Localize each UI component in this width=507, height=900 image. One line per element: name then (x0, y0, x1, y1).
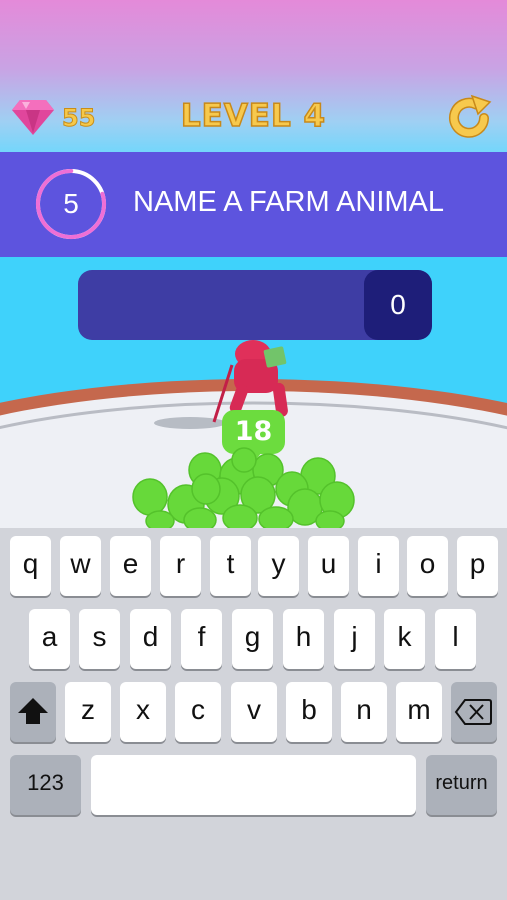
key-n[interactable]: n (341, 682, 387, 742)
key-m[interactable]: m (396, 682, 442, 742)
key-l[interactable]: l (435, 609, 476, 669)
space-key[interactable] (91, 755, 416, 815)
backspace-icon (454, 699, 492, 725)
key-b[interactable]: b (286, 682, 332, 742)
key-a[interactable]: a (29, 609, 70, 669)
key-o[interactable]: o (407, 536, 448, 596)
key-c[interactable]: c (175, 682, 221, 742)
key-u[interactable]: u (308, 536, 349, 596)
key-x[interactable]: x (120, 682, 166, 742)
key-i[interactable]: i (358, 536, 399, 596)
key-e[interactable]: e (110, 536, 151, 596)
key-d[interactable]: d (130, 609, 171, 669)
key-t[interactable]: t (210, 536, 251, 596)
key-q[interactable]: q (10, 536, 51, 596)
shift-key[interactable] (10, 682, 56, 742)
level-title: LEVEL 4 (180, 97, 327, 135)
key-w[interactable]: w (60, 536, 101, 596)
key-v[interactable]: v (231, 682, 277, 742)
timer-value: 5 (63, 188, 79, 219)
answer-input[interactable]: 0 (78, 270, 432, 340)
key-k[interactable]: k (384, 609, 425, 669)
key-s[interactable]: s (79, 609, 120, 669)
crowd-count: 18 (234, 416, 273, 447)
return-key[interactable]: return (426, 755, 497, 815)
key-r[interactable]: r (160, 536, 201, 596)
restart-icon[interactable] (446, 94, 494, 142)
keyboard: q w e r t y u i o p a s d f g h j k l z … (0, 528, 507, 900)
key-z[interactable]: z (65, 682, 111, 742)
key-g[interactable]: g (232, 609, 273, 669)
key-p[interactable]: p (457, 536, 498, 596)
key-h[interactable]: h (283, 609, 324, 669)
question-prompt: NAME A FARM ANIMAL (133, 186, 445, 218)
key-j[interactable]: j (334, 609, 375, 669)
answer-count: 0 (364, 270, 432, 340)
shift-icon (18, 698, 48, 724)
key-y[interactable]: y (258, 536, 299, 596)
backspace-key[interactable] (451, 682, 497, 742)
key-f[interactable]: f (181, 609, 222, 669)
crowd-group (132, 447, 355, 530)
numbers-key[interactable]: 123 (10, 755, 81, 815)
